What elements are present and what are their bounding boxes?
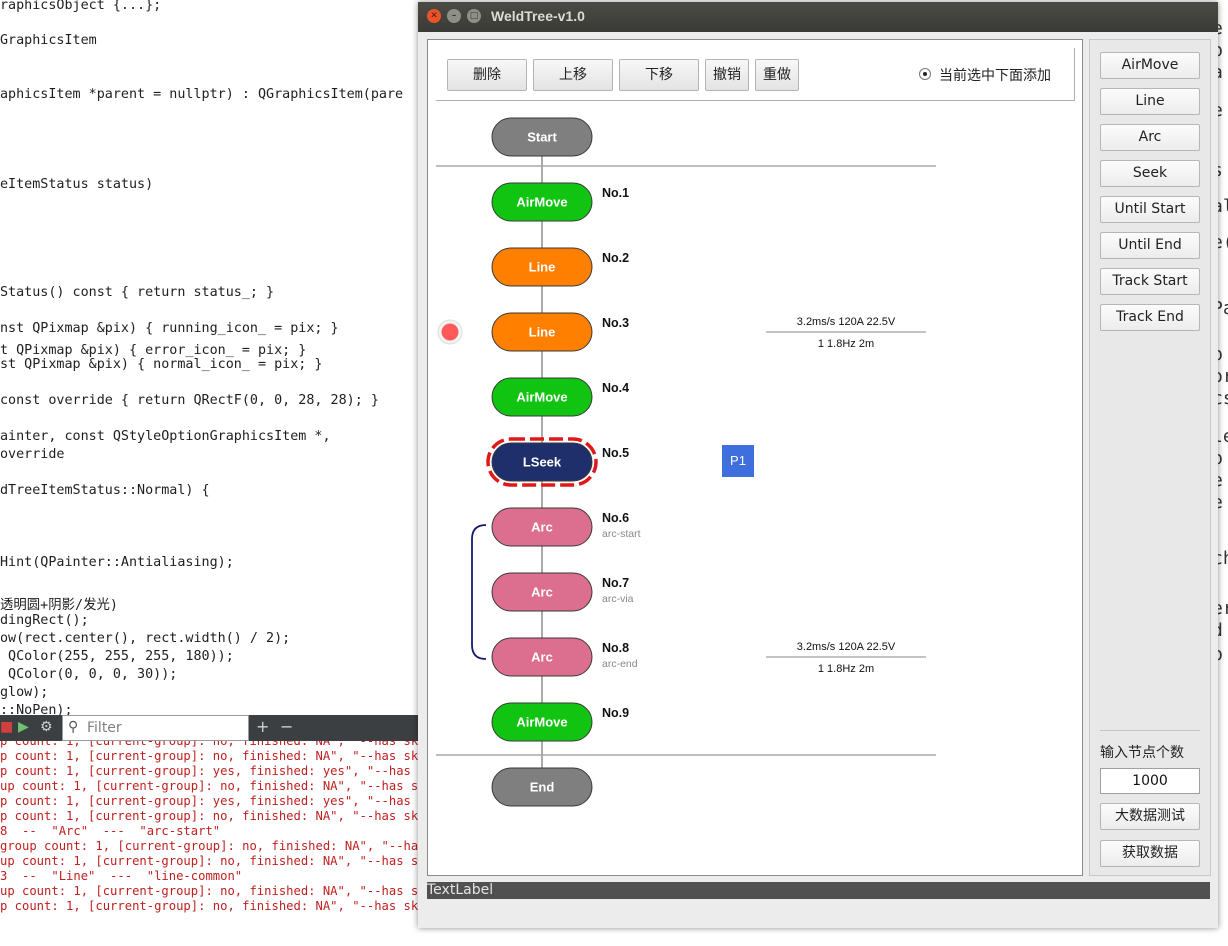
add-until-start-button[interactable]: Until Start (1100, 196, 1200, 223)
background-output-toolbar: ■ ▶ ⚙ ⚲ Filter + − (0, 715, 420, 741)
search-icon: ⚲ (68, 719, 79, 735)
add-arc-button[interactable]: Arc (1100, 124, 1200, 151)
weld-params-line: 1 1.8Hz 2m (818, 338, 874, 350)
log-line: p count: 1, [current-group]: no, finishe… (0, 809, 420, 823)
node-number: No.2 (602, 251, 629, 265)
log-line: group count: 1, [current-group]: no, fin… (0, 839, 420, 853)
status-text-label: TextLabel (427, 882, 494, 898)
node-count-input[interactable]: 1000 (1100, 768, 1200, 794)
maximize-icon[interactable]: □ (467, 9, 481, 23)
node-number: No.4 (602, 381, 629, 395)
log-line: up count: 1, [current-group]: no, finish… (0, 854, 420, 868)
filter-input[interactable]: ⚲ Filter (62, 715, 249, 741)
log-line: up count: 1, [current-group]: no, finish… (0, 884, 420, 898)
add-line-button[interactable]: Line (1100, 88, 1200, 115)
code-line: Status() const { return status_; } (0, 285, 275, 300)
weld-node-label: AirMove (516, 390, 567, 405)
weld-node-label: Arc (531, 650, 553, 665)
code-line: nst QPixmap &pix) { running_icon_ = pix;… (0, 321, 339, 336)
background-application-output: p count: 1, [current-group]: no, finishe… (0, 741, 420, 946)
node-subtype: arc-start (602, 528, 641, 540)
side-panel-separator (1100, 730, 1200, 731)
node-number: No.8 (602, 641, 629, 655)
weld-params-line: 3.2ms/s 120A 22.5V (797, 641, 896, 653)
weld-tree-graph: Start End AirMove No.1 Line No.2 Line No.3 3.2ms… (436, 117, 936, 807)
window-title: WeldTree-v1.0 (491, 8, 585, 24)
node-subtype: arc-via (602, 593, 634, 605)
filter-placeholder: Filter (87, 720, 122, 736)
node-subtype: arc-end (602, 658, 638, 670)
node-number: No.9 (602, 706, 629, 720)
tree-canvas[interactable]: 删除 上移 下移 撤销 重做 当前选中下面添加 Start End AirMove N… (427, 39, 1083, 876)
log-line: p count: 1, [current-group]: yes, finish… (0, 764, 420, 778)
log-line: p count: 1, [current-group]: no, finishe… (0, 749, 420, 763)
code-line: st QPixmap &pix) { normal_icon_ = pix; } (0, 357, 323, 372)
node-number: No.6 (602, 511, 629, 525)
settings-icon[interactable]: ⚙ (40, 719, 53, 735)
run-icon[interactable]: ▶ (18, 719, 29, 735)
add-track-end-button[interactable]: Track End (1100, 304, 1200, 331)
close-icon[interactable]: ✕ (427, 9, 441, 23)
code-line: 透明圆+阴影/发光) (0, 598, 118, 613)
log-line: 8 -- "Arc" --- "arc-start" (0, 824, 221, 838)
node-number: No.5 (602, 446, 629, 460)
log-line: p count: 1, [current-group]: no, finishe… (0, 741, 420, 748)
code-line: aphicsItem *parent = nullptr) : QGraphic… (0, 87, 404, 102)
log-line: p count: 1, [current-group]: yes, finish… (0, 794, 420, 808)
node-number: No.3 (602, 316, 629, 330)
code-line: GraphicsItem (0, 33, 97, 48)
code-line: raphicsObject {...}; (0, 0, 162, 13)
background-code-editor: raphicsObject {...}; GraphicsItem aphicsIt… (0, 0, 420, 715)
code-line: QColor(255, 255, 255, 180)); (0, 649, 234, 664)
get-data-button[interactable]: 获取数据 (1100, 840, 1200, 867)
log-line: p count: 1, [current-group]: no, finishe… (0, 899, 420, 913)
code-line: dingRect(); (0, 613, 89, 628)
big-data-test-button[interactable]: 大数据测试 (1100, 803, 1200, 830)
code-line: Hint(QPainter::Antialiasing); (0, 555, 234, 570)
code-line: ainter, const QStyleOptionGraphicsItem *… (0, 429, 331, 444)
code-line: const override { return QRectF(0, 0, 28,… (0, 393, 379, 408)
p1-marker[interactable]: P1 (722, 445, 754, 477)
stop-icon[interactable]: ■ (0, 719, 13, 735)
code-line: QColor(0, 0, 0, 30)); (0, 667, 178, 682)
weld-node-label: Arc (531, 585, 553, 600)
plus-icon[interactable]: + (256, 717, 269, 736)
add-track-start-button[interactable]: Track Start (1100, 268, 1200, 295)
code-line: t QPixmap &pix) { error_icon_ = pix; } (0, 343, 307, 358)
weldtree-window: ✕ – □ WeldTree-v1.0 删除 上移 下移 撤销 重做 当前选中下… (418, 2, 1218, 928)
minimize-icon[interactable]: – (447, 9, 461, 23)
arc-group-bracket (471, 524, 487, 660)
running-indicator-icon (441, 323, 459, 341)
add-seek-button[interactable]: Seek (1100, 160, 1200, 187)
weld-params-line: 3.2ms/s 120A 22.5V (797, 316, 896, 328)
node-count-label: 输入节点个数 (1100, 745, 1184, 761)
code-line: ow(rect.center(), rect.width() / 2); (0, 631, 291, 646)
end-node-label: End (530, 780, 555, 795)
start-node-label: Start (527, 130, 557, 145)
weld-node-label: Line (529, 260, 556, 275)
title-bar[interactable]: ✕ – □ WeldTree-v1.0 (418, 2, 1218, 32)
weld-node-label: AirMove (516, 195, 567, 210)
weld-node-label: LSeek (523, 455, 562, 470)
node-number: No.7 (602, 576, 629, 590)
code-line: ::NoPen); (0, 703, 73, 715)
status-bar: TextLabel (427, 882, 1210, 899)
weld-node-label: AirMove (516, 715, 567, 730)
node-type-panel: AirMove Line Arc Seek Until Start Until End Tr… (1089, 39, 1211, 876)
weld-node-label: Line (529, 325, 556, 340)
code-line: override (0, 447, 65, 462)
add-until-end-button[interactable]: Until End (1100, 232, 1200, 259)
node-number: No.1 (602, 186, 629, 200)
minus-icon[interactable]: − (280, 717, 293, 736)
code-line: eItemStatus status) (0, 177, 154, 192)
log-line: up count: 1, [current-group]: no, finish… (0, 779, 420, 793)
weld-params-line: 1 1.8Hz 2m (818, 663, 874, 675)
code-line: glow); (0, 685, 49, 700)
weld-node-label: Arc (531, 520, 553, 535)
log-line: 3 -- "Line" --- "line-common" (0, 869, 243, 883)
code-line: dTreeItemStatus::Normal) { (0, 483, 210, 498)
add-airmove-button[interactable]: AirMove (1100, 52, 1200, 79)
